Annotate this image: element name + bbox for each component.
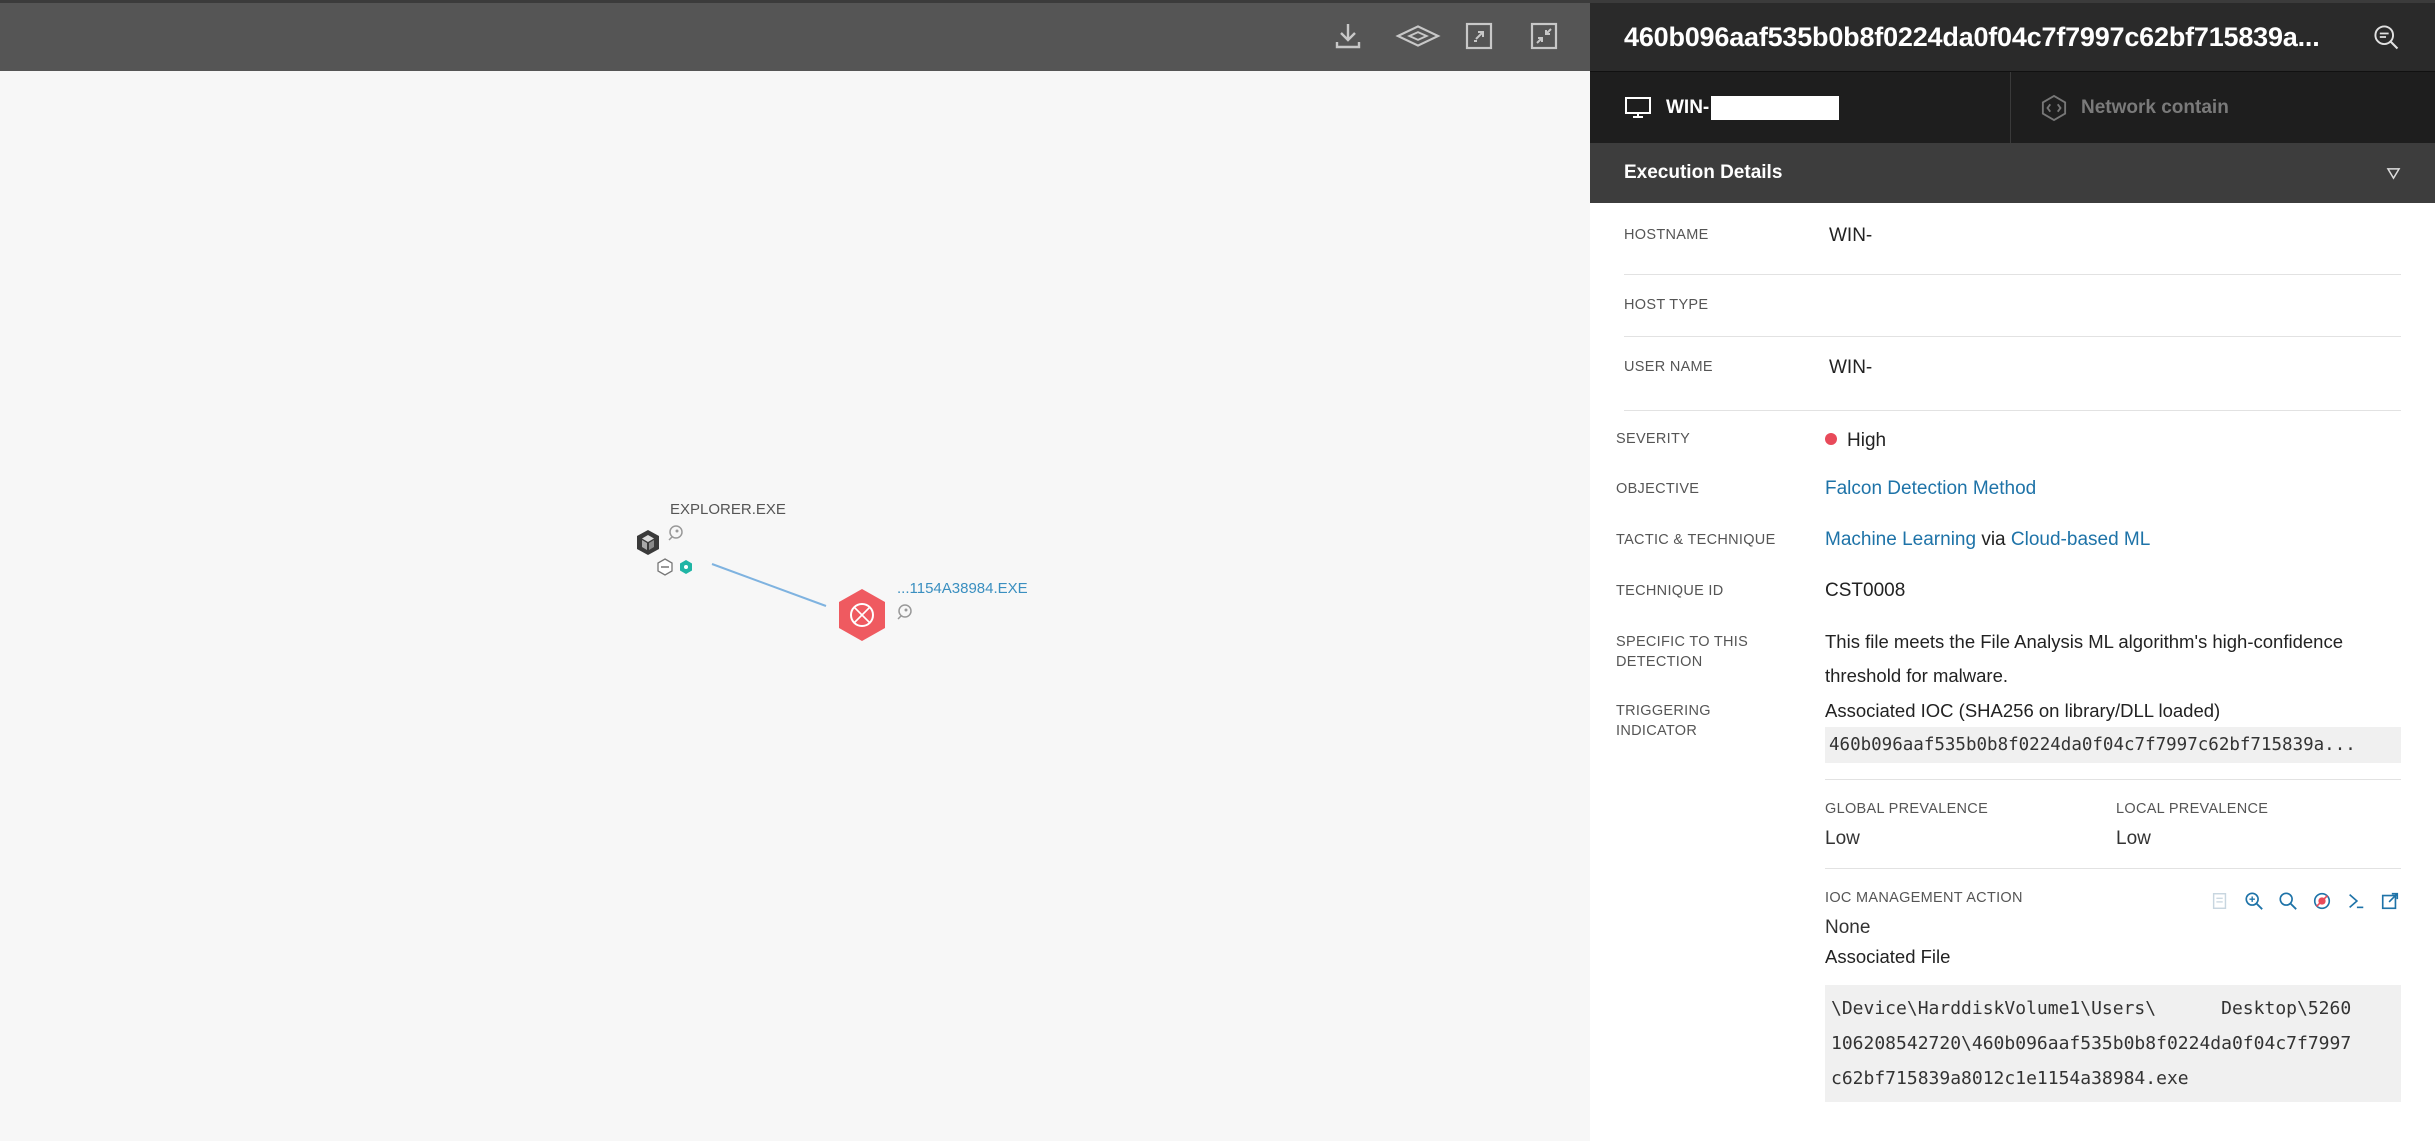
objective-link[interactable]: Falcon Detection Method [1825, 478, 2036, 499]
explorer-node[interactable] [637, 530, 659, 555]
severity-label: SEVERITY [1616, 431, 1691, 447]
panel-tabs: WIN- Network contain [1590, 71, 2435, 143]
objective-row: OBJECTIVE Falcon Detection Method [1616, 461, 2401, 512]
objective-label: OBJECTIVE [1616, 481, 1700, 497]
host-type-row: HOST TYPE [1624, 275, 2401, 337]
tactic-label: TACTIC & TECHNIQUE [1616, 532, 1776, 548]
ioc-action-row: IOC MANAGEMENT ACTION None [1825, 869, 2401, 938]
ioc-hash[interactable]: 460b096aaf535b0b8f0224da0f04c7f7997c62bf… [1825, 727, 2401, 763]
teal-status-icon [680, 560, 692, 574]
malware-search-icon[interactable] [897, 604, 912, 620]
execution-details-header[interactable]: Execution Details [1590, 143, 2435, 203]
associated-file-line: 106208542720\460b096aaf535b0b8f0224da0f0… [1831, 1033, 2352, 1054]
app-root: EXPLORER.EXE ...1154A38984.EXE 460b096aa… [0, 0, 2435, 1141]
triggering-label: TRIGGERING INDICATOR [1616, 703, 1711, 739]
technique-id-row: TECHNIQUE ID CST0008 [1616, 563, 2401, 614]
details-panel: 460b096aaf535b0b8f0224da0f04c7f7997c62bf… [1590, 0, 2435, 1141]
external-link-icon[interactable] [2379, 890, 2401, 912]
malware-node[interactable] [839, 589, 885, 641]
graph-canvas: EXPLORER.EXE ...1154A38984.EXE [637, 501, 1028, 641]
triggering-row: TRIGGERING INDICATOR Associated IOC (SHA… [1616, 699, 2401, 1102]
collapse-node-icon[interactable] [657, 558, 673, 576]
severity-value-wrap: High [1825, 429, 2401, 461]
associated-file-line: c62bf715839a8012c1e1154a38984.exe [1831, 1068, 2189, 1089]
user-name-row: USER NAME WIN- [1624, 337, 2401, 411]
malware-node-label[interactable]: ...1154A38984.EXE [897, 580, 1028, 597]
tab-host-label: WIN- [1666, 96, 1710, 118]
tactic-row: TACTIC & TECHNIQUE Machine Learning via … [1616, 512, 2401, 563]
technique-link[interactable]: Cloud-based ML [2011, 529, 2150, 550]
severity-value: High [1847, 430, 1887, 451]
tab-network-contain[interactable]: Network contain [2011, 72, 2435, 143]
section-title: Execution Details [1624, 162, 1783, 183]
execution-details: HOSTNAME WIN- HOST TYPE USER NAME WIN- S… [1590, 203, 2435, 1102]
network-contain-icon [2041, 94, 2067, 121]
user-name-value: WIN- [1829, 357, 1873, 378]
ioc-action-value: None [1825, 917, 1871, 938]
global-prevalence-label: GLOBAL PREVALENCE [1825, 801, 1989, 817]
technique-id-value: CST0008 [1825, 580, 1906, 601]
explorer-node-label: EXPLORER.EXE [670, 501, 786, 518]
tab-network-contain-label: Network contain [2081, 96, 2229, 118]
download-icon[interactable] [1330, 18, 1366, 54]
note-icon[interactable] [2209, 890, 2231, 912]
layers-icon[interactable] [1394, 18, 1442, 54]
technique-id-label: TECHNIQUE ID [1616, 583, 1724, 599]
local-prevalence-label: LOCAL PREVALENCE [2116, 801, 2269, 817]
associated-file-label: Associated File [1825, 946, 1951, 967]
user-name-label: USER NAME [1624, 359, 1713, 375]
chevron-down-icon [2386, 167, 2401, 180]
process-graph: EXPLORER.EXE ...1154A38984.EXE [0, 0, 1590, 1141]
associated-file-line: \Device\HarddiskVolume1\Users\ Desktop\5… [1831, 998, 2352, 1019]
redaction-box [1711, 95, 1840, 120]
graph-toolbar [0, 0, 1590, 71]
zoom-in-icon[interactable] [2243, 890, 2265, 912]
search-icon[interactable] [2277, 890, 2299, 912]
block-icon[interactable] [2311, 890, 2333, 912]
specific-row: SPECIFIC TO THIS DETECTION This file mee… [1616, 614, 2401, 699]
explorer-search-icon[interactable] [668, 525, 683, 541]
specific-label: SPECIFIC TO THIS DETECTION [1616, 634, 1749, 670]
panel-header: 460b096aaf535b0b8f0224da0f04c7f7997c62bf… [1590, 0, 2435, 71]
hostname-label: HOSTNAME [1624, 227, 1709, 243]
computer-icon [1625, 96, 1651, 118]
close-panel-icon[interactable] [2369, 20, 2403, 54]
associated-file-path[interactable]: \Device\HarddiskVolume1\Users\ Desktop\5… [1825, 985, 2401, 1102]
severity-dot-icon [1825, 432, 1837, 445]
process-edge [711, 563, 827, 607]
tab-host[interactable]: WIN- [1590, 72, 2011, 143]
host-type-label: HOST TYPE [1624, 297, 1709, 313]
hostname-value: WIN- [1829, 225, 1873, 246]
expand-icon[interactable] [1461, 18, 1497, 54]
collapse-icon[interactable] [1526, 18, 1562, 54]
prevalence-row: GLOBAL PREVALENCE Low LOCAL PREVALENCE L… [1825, 780, 2401, 868]
panel-title: 460b096aaf535b0b8f0224da0f04c7f7997c62bf… [1624, 21, 2320, 52]
specific-value: This file meets the File Analysis ML alg… [1825, 631, 2343, 686]
ioc-heading: Associated IOC (SHA256 on library/DLL lo… [1825, 700, 2221, 721]
hostname-row: HOSTNAME WIN- [1624, 203, 2401, 275]
severity-row: SEVERITY High [1616, 411, 2401, 461]
global-prevalence-value: Low [1825, 828, 1860, 849]
ioc-action-icons [2209, 890, 2401, 912]
tactic-via: via [1981, 529, 2006, 550]
terminal-icon[interactable] [2345, 890, 2367, 912]
local-prevalence-value: Low [2116, 828, 2151, 849]
triggering-content: Associated IOC (SHA256 on library/DLL lo… [1825, 699, 2401, 1102]
tactic-link[interactable]: Machine Learning [1825, 529, 1976, 550]
host-type-value [1829, 295, 2401, 336]
